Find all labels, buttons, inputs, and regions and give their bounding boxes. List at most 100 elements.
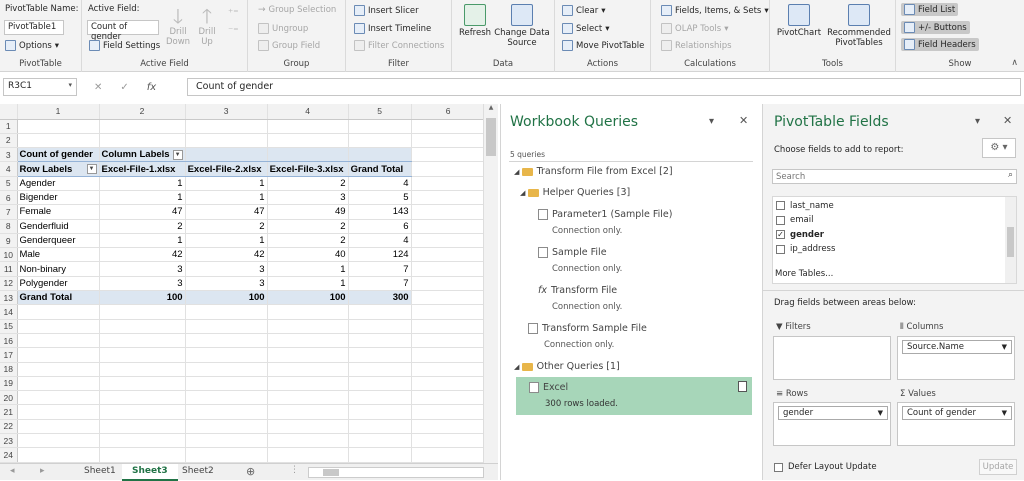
- cell[interactable]: [185, 433, 268, 449]
- cell[interactable]: [411, 362, 486, 377]
- cell[interactable]: [348, 347, 412, 363]
- cell[interactable]: Polygender: [17, 276, 100, 292]
- cell[interactable]: Agender: [17, 176, 100, 191]
- drill-up-button[interactable]: 🡑 Drill Up: [194, 5, 220, 47]
- select-button[interactable]: Select ▾: [562, 23, 610, 34]
- field-item-ip-address[interactable]: ip_address: [776, 244, 835, 254]
- cell[interactable]: [17, 404, 100, 420]
- cell[interactable]: [99, 433, 186, 449]
- group-selection-button[interactable]: → Group Selection: [258, 5, 336, 15]
- cell[interactable]: 42: [99, 247, 186, 263]
- cell[interactable]: [17, 376, 100, 392]
- cell[interactable]: 1: [185, 190, 268, 206]
- column-header[interactable]: 2: [99, 104, 186, 120]
- cell[interactable]: [411, 119, 486, 134]
- cell[interactable]: [411, 276, 486, 292]
- cell[interactable]: [348, 390, 412, 406]
- relationships-button[interactable]: Relationships: [661, 40, 732, 51]
- rows-field-chip[interactable]: gender ▼: [778, 406, 888, 420]
- row-header[interactable]: 17: [0, 347, 18, 363]
- query-sample-file[interactable]: Sample File: [538, 247, 607, 258]
- cell[interactable]: [348, 447, 412, 463]
- cell[interactable]: 2: [185, 219, 268, 234]
- cell[interactable]: [99, 376, 186, 392]
- cell[interactable]: [99, 133, 186, 149]
- checkbox[interactable]: ✓: [776, 230, 785, 239]
- field-settings-button[interactable]: Field Settings: [89, 40, 160, 51]
- change-data-source-button[interactable]: Change Data Source: [492, 4, 552, 48]
- cell[interactable]: 100: [185, 290, 268, 306]
- cell[interactable]: 4: [348, 233, 412, 249]
- cell[interactable]: [411, 447, 486, 463]
- cell[interactable]: Male: [17, 247, 100, 263]
- cell[interactable]: [99, 419, 186, 435]
- cell[interactable]: [17, 319, 100, 334]
- cell[interactable]: [348, 433, 412, 449]
- cell[interactable]: 2: [99, 219, 186, 234]
- cell[interactable]: 2: [267, 233, 349, 249]
- columns-area[interactable]: Source.Name ▼: [897, 336, 1015, 380]
- drill-down-button[interactable]: 🡓 Drill Down: [164, 5, 192, 47]
- cell[interactable]: 47: [185, 204, 268, 220]
- ungroup-button[interactable]: Ungroup: [258, 23, 308, 34]
- cell[interactable]: [348, 319, 412, 334]
- cell[interactable]: [411, 433, 486, 449]
- cell[interactable]: 47: [99, 204, 186, 220]
- cell[interactable]: [348, 362, 412, 377]
- clear-button[interactable]: Clear ▾: [562, 5, 606, 16]
- cell[interactable]: [99, 347, 186, 363]
- cell[interactable]: 3: [99, 276, 186, 292]
- cell[interactable]: [411, 304, 486, 320]
- pane-options-icon[interactable]: ▾: [709, 116, 714, 127]
- query-transform-sample-file[interactable]: Transform Sample File: [528, 323, 647, 334]
- cell[interactable]: 143: [348, 204, 412, 220]
- olap-tools-button[interactable]: OLAP Tools ▾: [661, 23, 728, 34]
- h-scroll-thumb[interactable]: [323, 469, 339, 476]
- cell[interactable]: Female: [17, 204, 100, 220]
- query-group-other[interactable]: ◢ Other Queries [1]: [514, 361, 620, 372]
- cell[interactable]: [267, 333, 349, 349]
- cell[interactable]: Grand Total: [17, 290, 100, 306]
- cell[interactable]: [99, 319, 186, 334]
- expand-field-icon[interactable]: ⁺⁼: [228, 8, 239, 19]
- cell[interactable]: [267, 433, 349, 449]
- update-button[interactable]: Update: [979, 459, 1017, 475]
- cell[interactable]: [185, 133, 268, 149]
- cell[interactable]: [411, 219, 486, 234]
- cell[interactable]: [411, 261, 486, 277]
- cell[interactable]: [267, 319, 349, 334]
- column-header[interactable]: [0, 104, 18, 120]
- horizontal-scrollbar[interactable]: [308, 467, 484, 478]
- cell[interactable]: 3: [267, 190, 349, 206]
- cell[interactable]: [267, 304, 349, 320]
- cell[interactable]: 1: [99, 190, 186, 206]
- sheet-tab-sheet2[interactable]: Sheet2: [172, 464, 224, 481]
- pivottable-name-input[interactable]: PivotTable1: [4, 20, 64, 35]
- cell[interactable]: [348, 404, 412, 420]
- cell[interactable]: [348, 119, 412, 134]
- cell[interactable]: [267, 133, 349, 149]
- prev-sheet-icon[interactable]: ◂: [10, 466, 15, 476]
- cell[interactable]: [411, 347, 486, 363]
- group-field-button[interactable]: Group Field: [258, 40, 320, 51]
- cell[interactable]: [411, 147, 486, 163]
- cell[interactable]: [99, 333, 186, 349]
- cell[interactable]: [17, 119, 100, 134]
- cell[interactable]: Grand Total: [348, 161, 412, 177]
- rows-area[interactable]: gender ▼: [773, 402, 891, 446]
- filter-connections-button[interactable]: Filter Connections: [354, 40, 444, 51]
- row-header[interactable]: 19: [0, 376, 18, 392]
- checkbox[interactable]: [776, 244, 785, 254]
- cell[interactable]: 1: [267, 261, 349, 277]
- cell[interactable]: [17, 433, 100, 449]
- cell[interactable]: [411, 333, 486, 349]
- defer-layout-checkbox[interactable]: Defer Layout Update: [774, 462, 877, 472]
- cell[interactable]: Genderfluid: [17, 219, 100, 234]
- row-header[interactable]: 3: [0, 147, 18, 163]
- cell[interactable]: [185, 376, 268, 392]
- cell[interactable]: 40: [267, 247, 349, 263]
- cell[interactable]: [267, 404, 349, 420]
- cell[interactable]: [17, 419, 100, 435]
- cell[interactable]: 100: [99, 290, 186, 306]
- pane-options-icon[interactable]: ▾: [975, 116, 980, 127]
